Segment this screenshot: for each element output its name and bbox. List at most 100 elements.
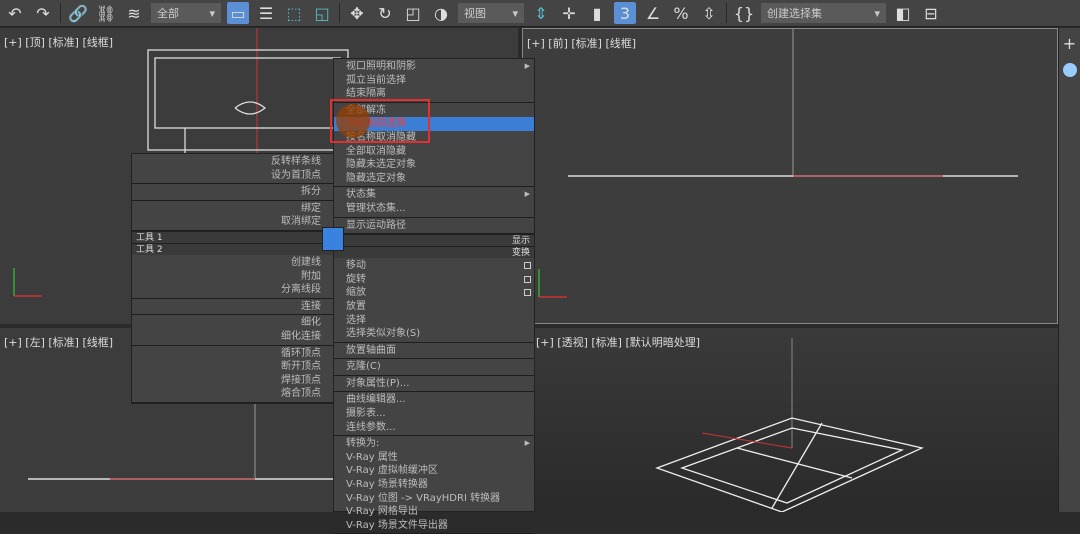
quad-header-transform[interactable]: 变换 xyxy=(334,246,534,259)
select-object-icon[interactable]: ▭ xyxy=(227,2,249,24)
bind-space-warp-icon[interactable]: ≋ xyxy=(123,2,145,24)
menu-group: 细化 细化连接 xyxy=(132,315,333,346)
menu-item-label: 移动 xyxy=(346,260,366,272)
menu-item[interactable]: V-Ray 位图 -> VRayHDRI 转换器 xyxy=(334,492,534,506)
menu-item-label: 细化连接 xyxy=(281,330,321,342)
quad-menu-left: 反转样条线 设为首顶点拆分绑定 取消绑定 工具 1 工具 2 创建线 附加 分离线段连接… xyxy=(131,153,334,404)
unlink-icon[interactable]: ⛓ xyxy=(95,2,117,24)
divider xyxy=(339,3,340,23)
submenu-arrow-icon: ▶ xyxy=(524,62,530,70)
window-crossing-icon[interactable]: ◱ xyxy=(311,2,333,24)
percent-snap-icon[interactable]: % xyxy=(670,2,692,24)
align-icon[interactable]: ⊟ xyxy=(920,2,942,24)
menu-item-label: 附加 xyxy=(301,270,321,282)
menu-item-label: 对象属性(P)... xyxy=(346,377,410,389)
undo-icon[interactable]: ↶ xyxy=(4,2,26,24)
menu-item[interactable]: 创建线 xyxy=(132,256,333,270)
placement-icon[interactable]: ◑ xyxy=(430,2,452,24)
named-selection-value: 创建选择集 xyxy=(767,7,822,20)
quad-header-tools2[interactable]: 工具 2 xyxy=(132,242,333,255)
menu-item-label: 选择类似对象(S) xyxy=(346,328,421,340)
menu-item[interactable]: V-Ray 虚拟帧缓冲区 xyxy=(334,464,534,478)
menu-item[interactable]: 克隆(C) xyxy=(334,360,534,374)
menu-item[interactable]: 细化 xyxy=(132,316,333,330)
menu-item[interactable]: 放置 xyxy=(334,300,534,314)
menu-group: 绑定 取消绑定 xyxy=(132,201,333,231)
menu-item[interactable]: 连线参数... xyxy=(334,421,534,435)
quad-header-tools1[interactable]: 工具 1 xyxy=(132,230,333,243)
menu-item[interactable]: 管理状态集... xyxy=(334,202,534,216)
command-panel[interactable]: + xyxy=(1058,28,1080,512)
menu-item[interactable]: 选择类似对象(S) xyxy=(334,327,534,341)
redo-icon[interactable]: ↷ xyxy=(32,2,54,24)
menu-item[interactable]: 移动 xyxy=(334,259,534,273)
menu-item[interactable]: 拆分 xyxy=(132,185,333,199)
selection-filter-dropdown[interactable]: 全部 ▾ xyxy=(151,3,221,23)
menu-item[interactable]: 隐藏未选定对象 xyxy=(334,158,534,172)
menu-item-label: 放置轴曲面 xyxy=(346,344,396,356)
quad-header-display[interactable]: 显示 xyxy=(334,234,534,247)
menu-item[interactable]: V-Ray 属性 xyxy=(334,451,534,465)
move-icon[interactable]: ✥ xyxy=(346,2,368,24)
angle-snap-icon[interactable]: ∠ xyxy=(642,2,664,24)
menu-item[interactable]: 循环顶点 xyxy=(132,347,333,361)
reference-coord-dropdown[interactable]: 视图 ▾ xyxy=(458,3,524,23)
rotate-icon[interactable]: ↻ xyxy=(374,2,396,24)
settings-box-icon[interactable] xyxy=(524,262,531,270)
menu-item[interactable]: 旋转 xyxy=(334,273,534,287)
select-by-name-icon[interactable]: ☰ xyxy=(255,2,277,24)
menu-item[interactable]: 状态集 ▶ xyxy=(334,188,534,202)
divider xyxy=(726,3,727,23)
menu-item[interactable]: 孤立当前选择 xyxy=(334,74,534,88)
named-selection-dropdown[interactable]: 创建选择集 ▾ xyxy=(761,3,886,23)
menu-item-label: 曲线编辑器... xyxy=(346,394,406,406)
keyboard-shortcut-icon[interactable]: ▮ xyxy=(586,2,608,24)
link-icon[interactable]: 🔗 xyxy=(67,2,89,24)
menu-item[interactable]: 取消绑定 xyxy=(132,215,333,229)
menu-item[interactable]: V-Ray 网格导出 xyxy=(334,505,534,519)
menu-item[interactable]: 连接 xyxy=(132,300,333,314)
menu-item[interactable]: 隐藏选定对象 xyxy=(334,172,534,186)
pivot-icon[interactable]: ⇕ xyxy=(530,2,552,24)
menu-item[interactable]: 转换为: ▶ xyxy=(334,437,534,451)
menu-item[interactable]: 反转样条线 xyxy=(132,155,333,169)
snap-3d-icon[interactable]: 3 xyxy=(614,2,636,24)
menu-item[interactable]: 附加 xyxy=(132,270,333,284)
menu-item[interactable]: 焊接顶点 xyxy=(132,374,333,388)
rect-region-icon[interactable]: ⬚ xyxy=(283,2,305,24)
viewport-perspective[interactable]: [+] [透视] [标准] [默认明暗处理] xyxy=(522,328,1058,512)
menu-item-label: 选择 xyxy=(346,314,366,326)
menu-item-label: 取消绑定 xyxy=(281,216,321,228)
menu-item-label: 焊接顶点 xyxy=(281,374,321,386)
menu-item[interactable]: V-Ray 场景转换器 xyxy=(334,478,534,492)
menu-item[interactable]: 细化连接 xyxy=(132,330,333,344)
menu-item-label: 克隆(C) xyxy=(346,361,381,373)
menu-item-label: 孤立当前选择 xyxy=(346,74,406,86)
menu-item[interactable]: 对象属性(P)... xyxy=(334,377,534,391)
menu-item[interactable]: 设为首顶点 xyxy=(132,169,333,183)
menu-item[interactable]: V-Ray 场景文件导出器 xyxy=(334,519,534,533)
edit-named-sel-icon[interactable]: {} xyxy=(733,2,755,24)
menu-item[interactable]: 全部取消隐藏 xyxy=(334,145,534,159)
menu-item[interactable]: 绑定 xyxy=(132,202,333,216)
menu-item[interactable]: 视口照明和阴影 ▶ xyxy=(334,60,534,74)
menu-item[interactable]: 选择 xyxy=(334,314,534,328)
menu-item-label: 细化 xyxy=(301,317,321,329)
menu-item[interactable]: 曲线编辑器... xyxy=(334,393,534,407)
settings-box-icon[interactable] xyxy=(524,275,531,283)
viewport-front[interactable]: [+] [前] [标准] [线框] xyxy=(522,28,1058,324)
menu-item[interactable]: 显示运动路径 xyxy=(334,219,534,233)
object-type-icon[interactable] xyxy=(1062,63,1077,77)
mirror-icon[interactable]: ◧ xyxy=(892,2,914,24)
menu-item[interactable]: 放置轴曲面 xyxy=(334,344,534,358)
menu-item[interactable]: 分离线段 xyxy=(132,283,333,297)
menu-item[interactable]: 断开顶点 xyxy=(132,360,333,374)
menu-item[interactable]: 熔合顶点 xyxy=(132,387,333,401)
settings-box-icon[interactable] xyxy=(524,289,531,297)
spinner-snap-icon[interactable]: ⇳ xyxy=(698,2,720,24)
scale-icon[interactable]: ◰ xyxy=(402,2,424,24)
menu-item[interactable]: 摄影表... xyxy=(334,407,534,421)
create-tab-icon[interactable]: + xyxy=(1059,34,1080,53)
select-manipulate-icon[interactable]: ✛ xyxy=(558,2,580,24)
menu-item[interactable]: 缩放 xyxy=(334,286,534,300)
